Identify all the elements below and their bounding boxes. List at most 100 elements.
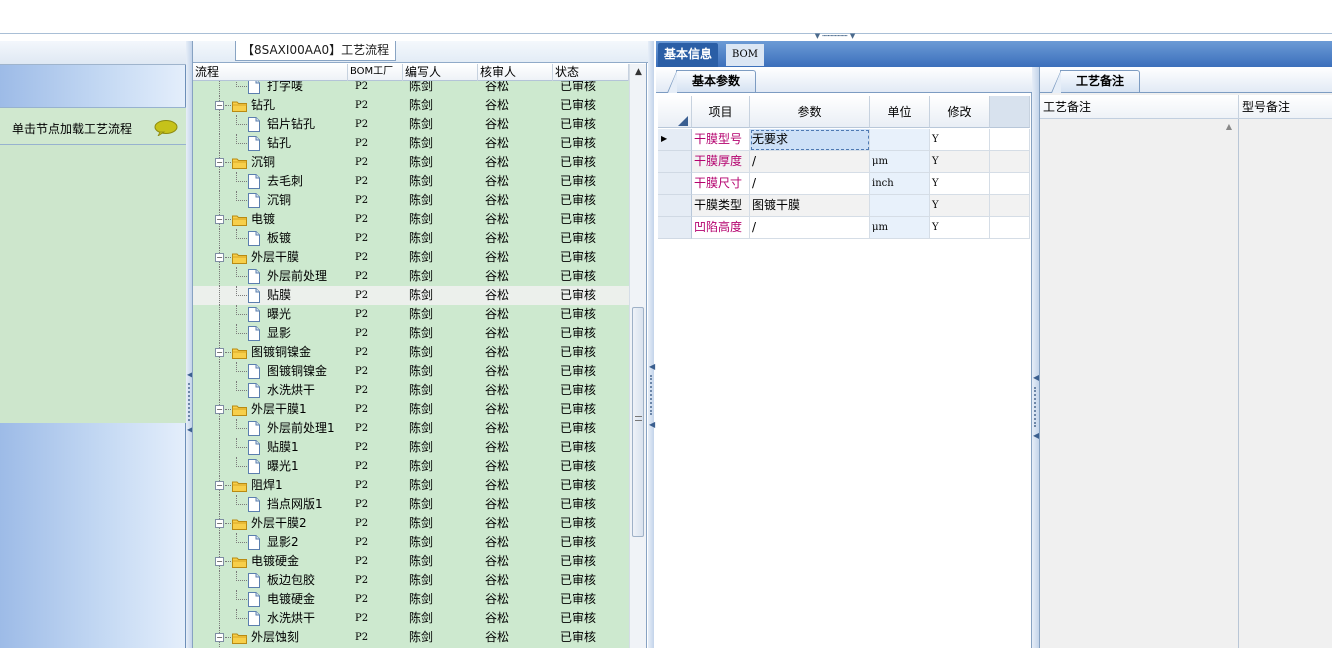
- param-value-cell[interactable]: /: [750, 173, 870, 195]
- tree-node-label[interactable]: 外层干膜: [251, 248, 299, 267]
- row-header[interactable]: [658, 217, 692, 239]
- tree-node-label[interactable]: 沉铜: [267, 191, 291, 210]
- param-modify-cell[interactable]: Y: [930, 151, 990, 173]
- process-tree[interactable]: 打字唛 P2 陈剑 谷松 已审核 − 钻孔 P2 陈剑 谷松 已审核 铝片钻孔 P2 陈剑 谷松 已审核 钻孔 P…: [193, 81, 629, 648]
- col-header-flow[interactable]: 流程: [193, 64, 348, 81]
- right-splitter[interactable]: ◀ ◀: [1032, 67, 1039, 648]
- param-value-cell[interactable]: 图镀干膜: [750, 195, 870, 217]
- scroll-thumb[interactable]: [632, 307, 644, 537]
- param-blank-cell[interactable]: [990, 195, 1030, 217]
- tree-node-label[interactable]: 板边包胶: [267, 571, 315, 590]
- tree-node-label[interactable]: 电镀: [251, 210, 275, 229]
- param-blank-cell[interactable]: [990, 129, 1030, 151]
- tree-row[interactable]: 显影2 P2 陈剑 谷松 已审核: [193, 533, 629, 552]
- param-value-cell[interactable]: /: [750, 217, 870, 239]
- tree-scrollbar[interactable]: ▲: [629, 64, 646, 648]
- tree-row[interactable]: 水洗烘干 P2 陈剑 谷松 已审核: [193, 381, 629, 400]
- tree-row[interactable]: 电镀硬金 P2 陈剑 谷松 已审核: [193, 590, 629, 609]
- tree-row[interactable]: − 外层干膜2 P2 陈剑 谷松 已审核: [193, 514, 629, 533]
- tree-row[interactable]: 板边包胶 P2 陈剑 谷松 已审核: [193, 571, 629, 590]
- param-blank-cell[interactable]: [990, 173, 1030, 195]
- col-header-value[interactable]: 参数: [750, 96, 870, 128]
- col-header-item[interactable]: 项目: [692, 96, 750, 128]
- param-unit-cell[interactable]: inch: [870, 173, 930, 195]
- tree-row[interactable]: 水洗烘干 P2 陈剑 谷松 已审核: [193, 609, 629, 628]
- param-blank-cell[interactable]: [990, 151, 1030, 173]
- tree-row[interactable]: 去毛刺 P2 陈剑 谷松 已审核: [193, 172, 629, 191]
- tree-row[interactable]: − 电镀 P2 陈剑 谷松 已审核: [193, 210, 629, 229]
- tree-row[interactable]: 挡点网版1 P2 陈剑 谷松 已审核: [193, 495, 629, 514]
- param-unit-cell[interactable]: μm: [870, 151, 930, 173]
- collapse-node-icon[interactable]: −: [215, 101, 224, 110]
- splitter-grip-icon[interactable]: ▼ ┅┅┅┅┅┅ ▼: [800, 33, 870, 40]
- col-header-model-note[interactable]: 型号备注: [1239, 95, 1332, 119]
- tree-node-label[interactable]: 曝光: [267, 305, 291, 324]
- collapse-node-icon[interactable]: −: [215, 253, 224, 262]
- tree-row[interactable]: 外层前处理1 P2 陈剑 谷松 已审核: [193, 419, 629, 438]
- tree-row[interactable]: − 电镀硬金 P2 陈剑 谷松 已审核: [193, 552, 629, 571]
- collapse-node-icon[interactable]: −: [215, 215, 224, 224]
- load-process-hint[interactable]: 单击节点加载工艺流程: [0, 107, 186, 145]
- tree-row[interactable]: − 外层干膜 P2 陈剑 谷松 已审核: [193, 248, 629, 267]
- tree-node-label[interactable]: 板镀: [267, 229, 291, 248]
- param-blank-cell[interactable]: [990, 217, 1030, 239]
- tree-row[interactable]: 显影 P2 陈剑 谷松 已审核: [193, 324, 629, 343]
- tree-node-label[interactable]: 贴膜1: [267, 438, 299, 457]
- collapse-node-icon[interactable]: −: [215, 557, 224, 566]
- tree-row[interactable]: 贴膜1 P2 陈剑 谷松 已审核: [193, 438, 629, 457]
- tree-node-label[interactable]: 钻孔: [267, 134, 291, 153]
- left-node-area[interactable]: [0, 145, 186, 423]
- param-value-cell[interactable]: /: [750, 151, 870, 173]
- tree-node-label[interactable]: 外层前处理1: [267, 419, 335, 438]
- scroll-up-icon[interactable]: ▲: [1222, 122, 1236, 136]
- row-header[interactable]: [658, 151, 692, 173]
- tree-row[interactable]: 贴膜 P2 陈剑 谷松 已审核: [193, 286, 629, 305]
- col-header-author[interactable]: 编写人: [403, 64, 478, 81]
- collapse-tree-icon[interactable]: ◀: [649, 363, 655, 371]
- tree-node-label[interactable]: 去毛刺: [267, 172, 303, 191]
- tree-node-label[interactable]: 贴膜: [267, 286, 291, 305]
- param-modify-cell[interactable]: Y: [930, 173, 990, 195]
- param-unit-cell[interactable]: μm: [870, 217, 930, 239]
- tree-row[interactable]: 打字唛 P2 陈剑 谷松 已审核: [193, 81, 629, 96]
- col-header-modify[interactable]: 修改: [930, 96, 990, 128]
- param-modify-cell[interactable]: Y: [930, 195, 990, 217]
- tree-row[interactable]: 钻孔 P2 陈剑 谷松 已审核: [193, 134, 629, 153]
- tree-row[interactable]: 板镀 P2 陈剑 谷松 已审核: [193, 229, 629, 248]
- param-item-cell[interactable]: 干膜类型: [692, 195, 750, 217]
- tab-process-notes[interactable]: 工艺备注: [1051, 70, 1140, 93]
- tab-basic-info[interactable]: 基本信息: [658, 43, 719, 67]
- tree-node-label[interactable]: 曝光1: [267, 457, 299, 476]
- param-item-cell[interactable]: 干膜型号: [692, 129, 750, 151]
- param-unit-cell[interactable]: [870, 129, 930, 151]
- scroll-up-icon[interactable]: ▲: [630, 64, 647, 81]
- tree-node-label[interactable]: 外层蚀刻: [251, 628, 299, 647]
- tree-node-label[interactable]: 外层干膜1: [251, 400, 307, 419]
- middle-splitter[interactable]: ◀ ◀: [648, 41, 655, 648]
- tree-row[interactable]: − 外层干膜1 P2 陈剑 谷松 已审核: [193, 400, 629, 419]
- param-modify-cell[interactable]: Y: [930, 129, 990, 151]
- tree-row[interactable]: − 图镀铜镍金 P2 陈剑 谷松 已审核: [193, 343, 629, 362]
- tree-node-label[interactable]: 图镀铜镍金: [251, 343, 311, 362]
- collapse-node-icon[interactable]: −: [215, 633, 224, 642]
- tree-node-label[interactable]: 显影2: [267, 533, 299, 552]
- tab-bom[interactable]: BOM: [726, 44, 764, 66]
- collapse-node-icon[interactable]: −: [215, 481, 224, 490]
- tree-node-label[interactable]: 水洗烘干: [267, 609, 315, 628]
- col-header-process-note[interactable]: 工艺备注: [1040, 95, 1239, 119]
- param-value-cell[interactable]: 无要求: [750, 129, 870, 151]
- col-header-reviewer[interactable]: 核审人: [478, 64, 553, 81]
- param-item-cell[interactable]: 凹陷高度: [692, 217, 750, 239]
- tree-node-label[interactable]: 打字唛: [267, 81, 303, 96]
- collapse-tree-icon-2[interactable]: ◀: [649, 421, 655, 429]
- tree-row[interactable]: − 阻焊1 P2 陈剑 谷松 已审核: [193, 476, 629, 495]
- collapse-node-icon[interactable]: −: [215, 158, 224, 167]
- collapse-node-icon[interactable]: −: [215, 405, 224, 414]
- tree-node-label[interactable]: 铝片钻孔: [267, 115, 315, 134]
- col-header-bom-factory[interactable]: BOM工厂: [348, 64, 403, 81]
- tree-node-label[interactable]: 沉铜: [251, 153, 275, 172]
- collapse-node-icon[interactable]: −: [215, 348, 224, 357]
- tree-row[interactable]: 曝光 P2 陈剑 谷松 已审核: [193, 305, 629, 324]
- row-header[interactable]: ▶: [658, 129, 692, 151]
- col-header-status[interactable]: 状态: [553, 64, 629, 81]
